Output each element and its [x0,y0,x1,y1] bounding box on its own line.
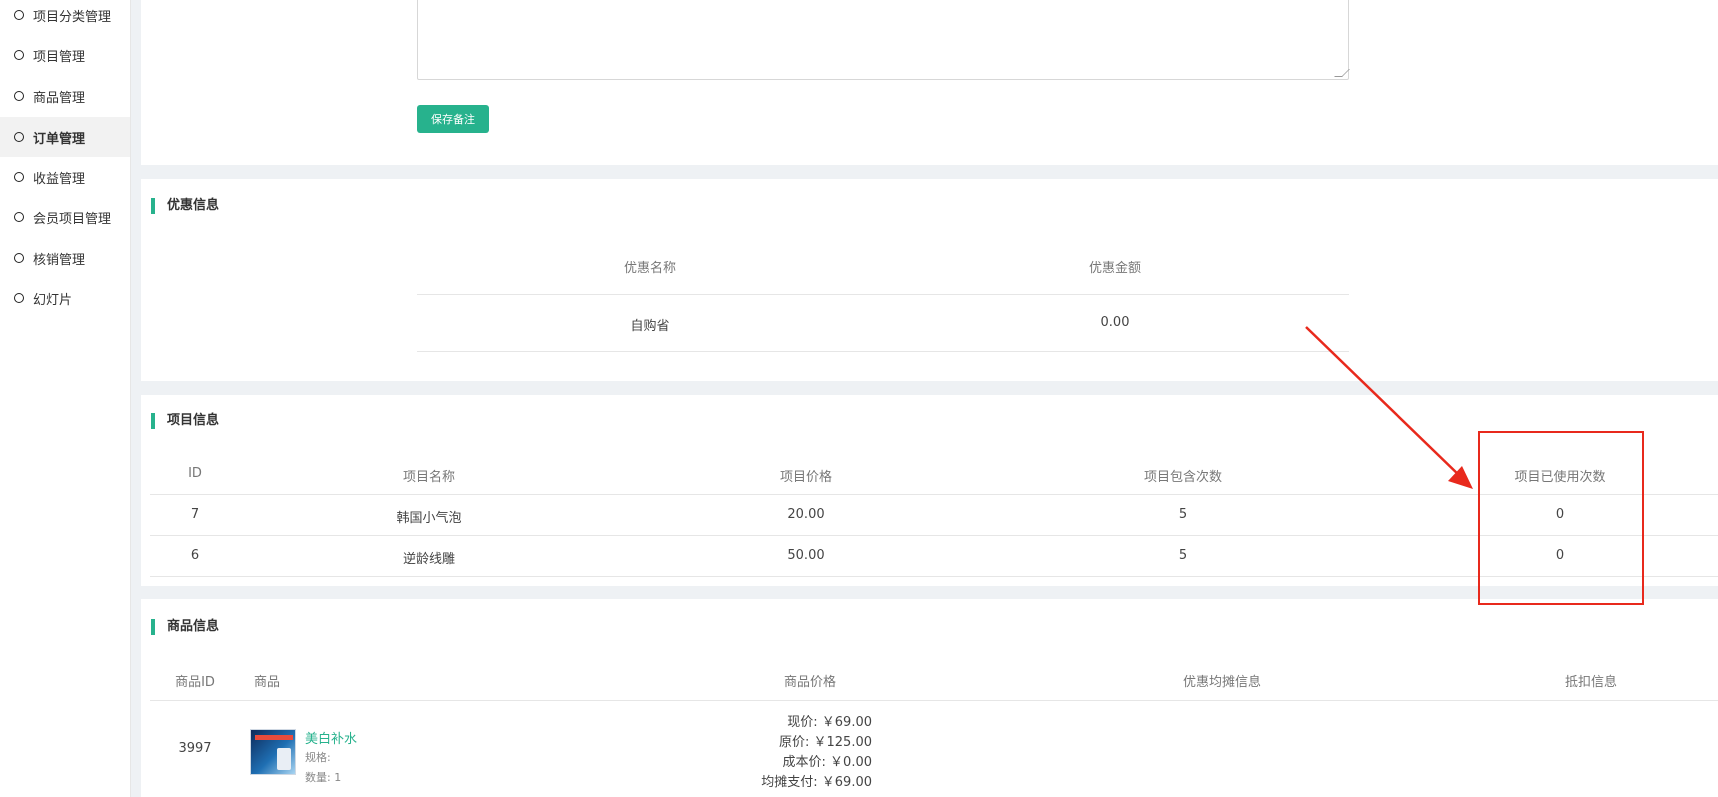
annotation-arrow-icon [1305,326,1473,489]
